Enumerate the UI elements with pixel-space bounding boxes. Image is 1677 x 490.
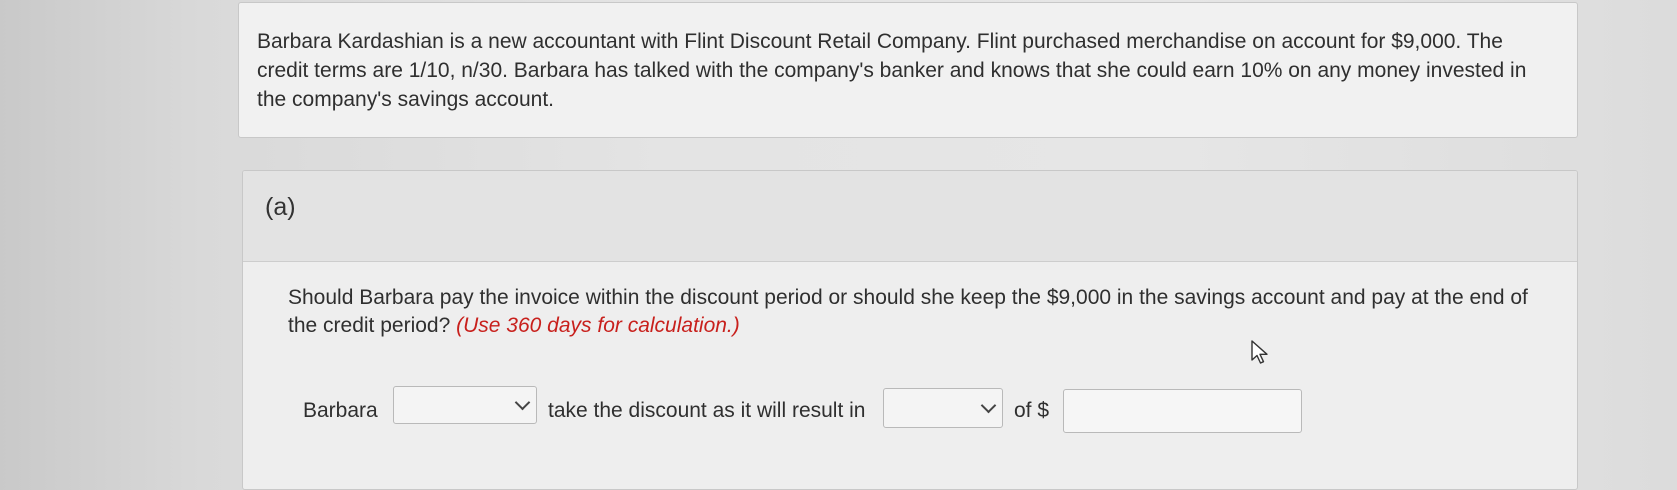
result-type-select[interactable]: [883, 388, 1003, 428]
answer-suffix-text: of $: [1014, 399, 1050, 422]
question-text: Should Barbara pay the invoice within th…: [288, 284, 1528, 340]
answer-middle-text: take the discount as it will result in: [548, 399, 866, 422]
amount-input[interactable]: [1063, 389, 1302, 433]
part-a-card: (a) Should Barbara pay the invoice withi…: [242, 170, 1578, 490]
problem-statement-card: Barbara Kardashian is a new accountant w…: [238, 2, 1578, 138]
part-label: (a): [265, 193, 296, 221]
part-a-header: (a): [243, 171, 1577, 262]
chevron-down-icon: [980, 397, 997, 414]
mouse-pointer-icon: [1250, 340, 1270, 366]
answer-prefix-text: Barbara: [303, 399, 378, 422]
problem-text: Barbara Kardashian is a new accountant w…: [257, 30, 1527, 111]
should-take-discount-select[interactable]: [393, 386, 537, 424]
part-a-body: Should Barbara pay the invoice within th…: [243, 262, 1577, 340]
chevron-down-icon: [514, 394, 531, 411]
answer-row: Barbara take the discount as it will res…: [243, 386, 1577, 436]
calculation-instruction: (Use 360 days for calculation.): [456, 314, 740, 337]
